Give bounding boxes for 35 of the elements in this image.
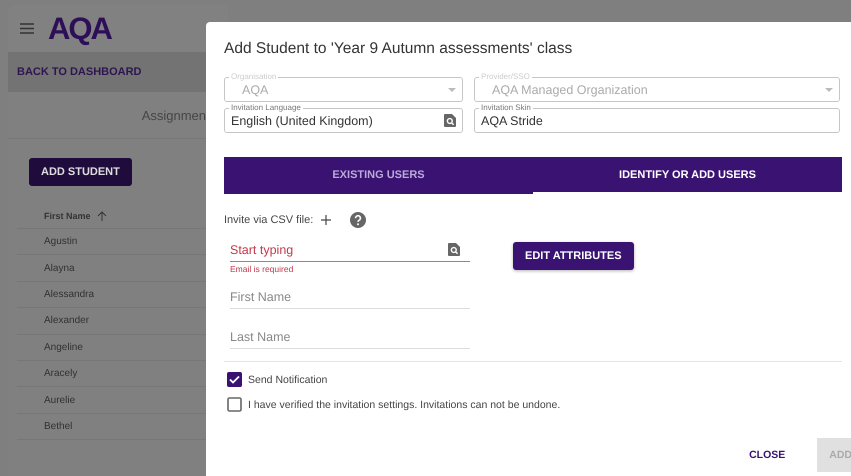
- logo: AQA: [48, 10, 111, 46]
- tab[interactable]: IDENTIFY OR ADD USERS: [533, 157, 842, 194]
- table-cell: Alayna: [44, 262, 75, 274]
- table-cell: Angeline: [44, 342, 83, 353]
- edit-attributes-button[interactable]: EDIT ATTRIBUTES: [513, 242, 634, 270]
- dialog-title: Add Student to 'Year 9 Autumn assessments' class: [223, 39, 574, 59]
- field-label: Invitation Skin: [479, 103, 533, 113]
- error-message: Email is required: [230, 264, 294, 276]
- table-cell: Alexander: [44, 315, 90, 326]
- checkbox-label: I have verified the invitation settings. Invitations can not be undone.: [248, 398, 560, 410]
- table-cell: Bethel: [44, 420, 72, 432]
- checkbox[interactable]: [227, 397, 242, 412]
- search-icon[interactable]: [448, 243, 460, 256]
- help-icon[interactable]: [350, 212, 366, 228]
- text-field[interactable]: First Name: [230, 285, 470, 309]
- table-cell: Alessandra: [44, 288, 94, 300]
- table-cell: Agustin: [44, 236, 78, 248]
- sort-arrow-icon[interactable]: [96, 210, 107, 222]
- csv-label: Invite via CSV file:: [224, 214, 314, 226]
- menu-icon[interactable]: [20, 23, 34, 34]
- close-button[interactable]: CLOSE: [737, 438, 798, 472]
- tab[interactable]: EXISTING USERS: [224, 157, 533, 194]
- field-label: Invitation Language: [229, 103, 303, 113]
- table-cell: Aurelie: [44, 394, 76, 406]
- dropdown-icon: [448, 88, 456, 92]
- dropdown-icon: [825, 88, 833, 92]
- table-cell: Aracely: [44, 368, 78, 380]
- checkbox-label: Send Notification: [248, 374, 328, 386]
- text-field[interactable]: Last Name: [230, 325, 470, 349]
- add-student-button[interactable]: ADD STUDENT: [29, 158, 132, 186]
- lookup-field[interactable]: Invitation Skin AQA Stride: [474, 101, 840, 133]
- lookup-field[interactable]: Invitation Language English (United Kingdom): [224, 101, 463, 133]
- add-icon[interactable]: [321, 215, 332, 225]
- search-icon[interactable]: [444, 114, 456, 127]
- checkbox[interactable]: [227, 372, 242, 387]
